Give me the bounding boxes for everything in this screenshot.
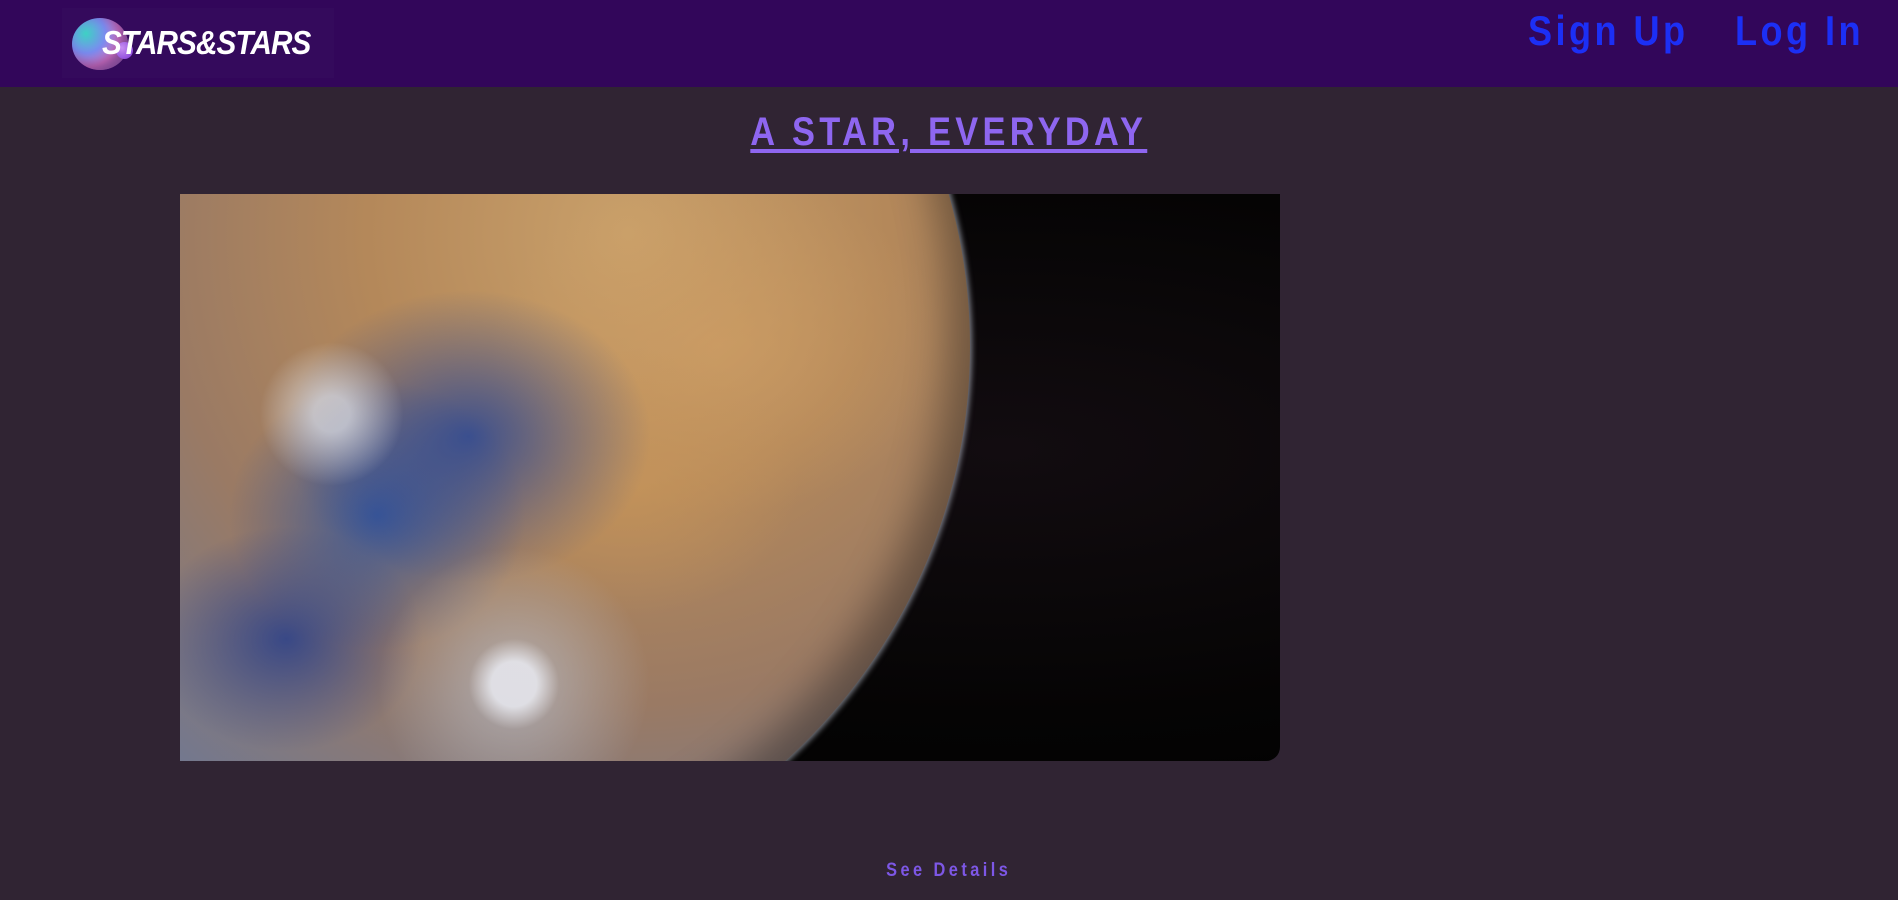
moon-photo xyxy=(180,194,1280,761)
moon-surface xyxy=(180,194,970,761)
page-title[interactable]: A STAR, EVERYDAY xyxy=(751,110,1148,155)
site-logo[interactable]: STARS&STARS xyxy=(62,8,334,78)
page-title-wrapper: A STAR, EVERYDAY xyxy=(0,110,1898,155)
details-wrapper: See Details xyxy=(0,860,1898,882)
log-in-link[interactable]: Log In xyxy=(1735,7,1864,55)
see-details-link[interactable]: See Details xyxy=(886,860,1011,882)
planet-orb-icon xyxy=(72,15,133,71)
sign-up-link[interactable]: Sign Up xyxy=(1528,7,1689,55)
site-header: STARS&STARS Sign Up Log In xyxy=(0,0,1898,87)
brand-name: STARS&STARS xyxy=(102,24,311,61)
